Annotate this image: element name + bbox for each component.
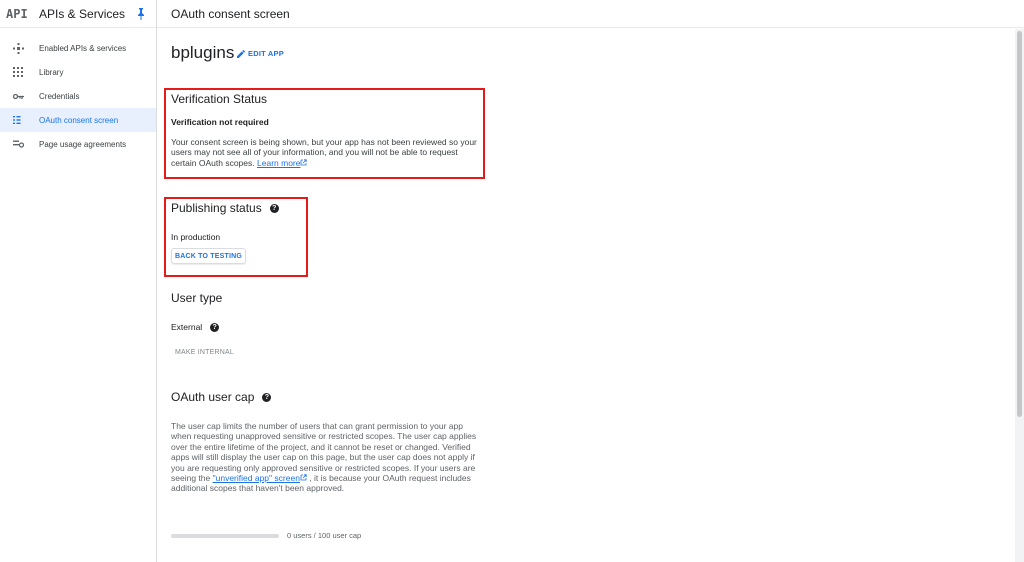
sidebar-item-label: Page usage agreements [39,139,127,149]
user-cap-count: 0 users / 100 user cap [287,531,362,540]
learn-more-link[interactable]: Learn more [257,158,300,168]
key-icon [13,93,39,100]
edit-app-button[interactable]: EDIT APP [237,49,284,58]
consent-list-icon [13,115,39,125]
sidebar-nav: Enabled APIs & services Library Credenti… [0,28,156,156]
sidebar: API APIs & Services Enabled APIs & servi… [0,0,157,562]
external-link-icon [300,474,307,481]
settings-list-icon [13,139,39,149]
verification-heading: Verification Status [171,92,268,106]
page-title: OAuth consent screen [171,6,290,21]
user-cap-description: The user cap limits the number of users … [171,421,477,494]
make-internal-button[interactable]: MAKE INTERNAL [175,349,234,356]
sidebar-item-label: OAuth consent screen [39,115,119,125]
user-type-value: External? [171,322,220,333]
user-cap-heading: OAuth user cap? [171,390,272,404]
product-title[interactable]: APIs & Services [39,7,132,21]
user-type-heading: User type [171,291,223,305]
sidebar-item-enabled-apis[interactable]: Enabled APIs & services [0,36,156,60]
api-logo: API [6,6,28,21]
scrollbar-thumb[interactable] [1017,31,1022,417]
diamond-icon [13,42,39,54]
sidebar-item-library[interactable]: Library [0,60,156,84]
pin-icon[interactable] [132,5,150,23]
publishing-status: In production [171,232,221,242]
sidebar-item-page-usage-agreements[interactable]: Page usage agreements [0,132,156,156]
app-name: bplugins [171,43,235,62]
user-cap-progress-bar [171,534,279,538]
vertical-scrollbar[interactable] [1015,29,1024,562]
sidebar-item-oauth-consent-screen[interactable]: OAuth consent screen [0,108,156,132]
verification-description: Your consent screen is being shown, but … [171,137,477,168]
help-icon[interactable]: ? [269,204,279,214]
verification-status: Verification not required [171,117,269,127]
back-to-testing-button[interactable]: BACK TO TESTING [171,248,246,264]
pencil-icon [237,49,245,58]
sidebar-header: API APIs & Services [0,0,156,28]
unverified-app-screen-link[interactable]: "unverified app" screen [213,473,300,483]
external-link-icon [301,159,308,166]
page-header: OAuth consent screen [157,0,1024,28]
sidebar-item-label: Credentials [39,91,80,101]
publishing-heading: Publishing status? [171,201,279,215]
main-content: bplugins EDIT APP Verification Status Ve… [157,29,1015,562]
library-grid-icon [13,67,39,77]
help-icon[interactable]: ? [210,323,220,333]
help-icon[interactable]: ? [262,393,272,403]
sidebar-item-label: Enabled APIs & services [39,43,127,53]
sidebar-item-credentials[interactable]: Credentials [0,84,156,108]
edit-app-label: EDIT APP [248,49,284,58]
sidebar-item-label: Library [39,67,64,77]
